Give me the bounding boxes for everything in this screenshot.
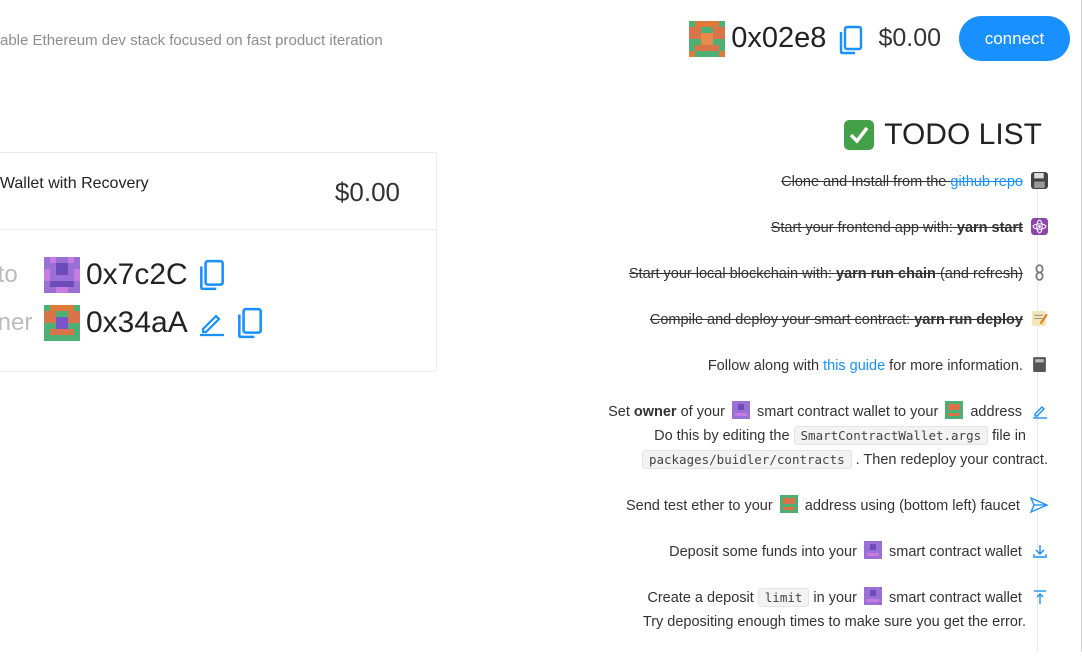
todo-text: Clone and Install from the: [781, 174, 951, 190]
owner-address: 0x34aA: [86, 306, 188, 339]
todo-list: Clone and Install from the github repo S…: [488, 170, 1048, 656]
todo-text: Deposit some funds into your: [669, 544, 861, 560]
owner-row: ner: 0x34aA: [0, 305, 264, 341]
todo-item: Follow along with this guide for more in…: [488, 354, 1048, 378]
todo-item: Clone and Install from the github repo: [488, 170, 1048, 194]
todo-text: . Then redeploy your contract.: [855, 452, 1048, 468]
todo-item: Start your local blockchain with: yarn r…: [488, 262, 1048, 286]
todo-text-suffix: smart contract wallet: [884, 544, 1022, 560]
account-blockie-icon: [945, 401, 964, 419]
contract-address: 0x7c2C: [86, 258, 188, 291]
todo-text: Start your local blockchain with:: [628, 266, 836, 282]
checkmark-icon: [844, 120, 875, 150]
contract-blockie-icon: [731, 401, 750, 419]
card-header: t Wallet with Recovery $0.00: [0, 153, 436, 230]
account-area: 0x02e8 $0.00 connect: [689, 16, 1070, 61]
copy-icon[interactable]: [838, 25, 864, 55]
send-icon[interactable]: [1030, 497, 1048, 513]
owner-blockie-avatar: [44, 305, 80, 341]
owner-label: ner:: [0, 309, 33, 336]
todo-text: Try depositing enough times to make sure…: [642, 614, 1026, 630]
memo-icon: [1032, 311, 1048, 326]
account-address: 0x02e8: [731, 22, 827, 54]
todo-item: Start your frontend app with: yarn start: [488, 216, 1048, 240]
header: able Ethereum dev stack focused on fast …: [0, 0, 1082, 84]
todo-item: Create a deposit limit in your smart contr…: [488, 586, 1048, 634]
card-title: t Wallet with Recovery: [0, 175, 149, 192]
todo-title-text: TODO LIST: [884, 118, 1042, 151]
limit-upload-icon[interactable]: [1032, 589, 1048, 605]
todo-text: Create a deposit: [647, 590, 754, 606]
edit-icon[interactable]: [198, 309, 226, 337]
todo-title: TODO LIST: [844, 118, 1042, 152]
todo-item: Set owner of your smart contract wallet …: [488, 400, 1048, 472]
github-repo-link[interactable]: github repo: [950, 174, 1023, 190]
floppy-disk-icon: [1031, 172, 1048, 189]
todo-item: Send test ether to your address using (b…: [488, 494, 1048, 518]
todo-text: Do this by editing the: [654, 428, 790, 444]
card-balance: $0.00: [334, 177, 400, 207]
book-icon: [1033, 357, 1046, 372]
todo-text: Compile and deploy your smart contract:: [649, 312, 915, 328]
chain-link-icon: [1035, 264, 1044, 281]
edit-icon[interactable]: [1032, 403, 1048, 419]
smart-wallet-card: t Wallet with Recovery $0.00 to: 0x7c2C …: [0, 152, 437, 372]
account-balance: $0.00: [878, 24, 941, 52]
todo-text: Set: [608, 404, 634, 420]
account-blockie-avatar: [689, 20, 726, 57]
owner-bold: owner: [633, 404, 677, 420]
todo-text: in your: [813, 590, 861, 606]
todo-text: of your: [676, 404, 729, 420]
todo-text-suffix: for more information.: [885, 358, 1023, 374]
copy-icon[interactable]: [236, 307, 264, 339]
todo-item: Compile and deploy your smart contract: …: [488, 308, 1048, 332]
todo-text-suffix: smart contract wallet: [884, 590, 1022, 606]
download-icon[interactable]: [1032, 543, 1048, 559]
todo-text-suffix: address using (bottom left) faucet: [800, 498, 1020, 514]
atom-icon: [1031, 218, 1048, 235]
todo-text-suffix: (and refresh): [935, 266, 1023, 282]
todo-text: smart contract wallet to your: [752, 404, 943, 420]
code-snippet: packages/buidler/contracts: [641, 450, 852, 469]
command-text: yarn run deploy: [914, 312, 1023, 328]
todo-text: file in: [992, 428, 1026, 444]
todo-text: Send test ether to your: [626, 498, 777, 514]
contract-blockie-avatar: [44, 257, 80, 293]
todo-text: Follow along with: [707, 358, 824, 374]
contract-blockie-icon: [863, 541, 882, 559]
todo-text: Start your frontend app with:: [770, 220, 957, 236]
guide-link[interactable]: this guide: [823, 358, 885, 374]
todo-item: Deposit some funds into your smart contr…: [488, 540, 1048, 564]
connect-button[interactable]: connect: [959, 16, 1070, 61]
command-text: yarn run chain: [836, 266, 936, 282]
app-subtitle: able Ethereum dev stack focused on fast …: [0, 32, 383, 49]
contract-blockie-icon: [863, 587, 882, 605]
code-snippet: limit: [757, 588, 810, 607]
copy-icon[interactable]: [198, 259, 226, 291]
account-blockie-icon: [779, 495, 798, 513]
code-snippet: SmartContractWallet.args: [793, 426, 989, 445]
todo-text: address: [966, 404, 1022, 420]
deposit-to-label: to:: [0, 261, 18, 288]
deposit-to-row: to: 0x7c2C: [0, 257, 226, 293]
command-text: yarn start: [956, 220, 1023, 236]
